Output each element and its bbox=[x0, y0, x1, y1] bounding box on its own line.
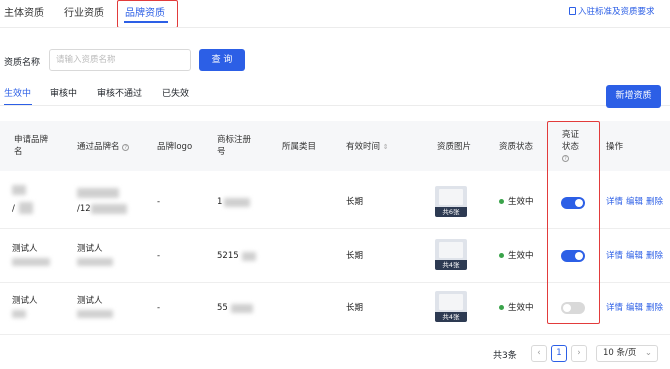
qualification-thumbnail[interactable]: 共4张 bbox=[435, 291, 467, 322]
help-icon: ? bbox=[122, 144, 130, 151]
standards-link[interactable]: 入驻标准及资质要求 bbox=[569, 5, 655, 17]
delete-link[interactable]: 删除 bbox=[646, 303, 663, 313]
row1-status: 生效中 bbox=[499, 196, 534, 208]
chevron-down-icon: ⌄ bbox=[644, 348, 652, 358]
col-ops: 操作 bbox=[606, 142, 624, 152]
row3-pass-brand: 测试人 bbox=[77, 296, 103, 306]
edit-link[interactable]: 编辑 bbox=[626, 251, 643, 261]
redacted-block bbox=[77, 258, 113, 266]
delete-link[interactable]: 删除 bbox=[646, 197, 663, 207]
row1-ops: 详情 编辑 删除 bbox=[606, 196, 666, 208]
page-size-select[interactable]: 10 条/页 ⌄ bbox=[596, 345, 658, 362]
edit-link[interactable]: 编辑 bbox=[626, 197, 643, 207]
redacted-block bbox=[19, 202, 33, 214]
redacted-block bbox=[12, 185, 26, 195]
status-tab-reviewing[interactable]: 审核中 bbox=[50, 86, 77, 99]
detail-link[interactable]: 详情 bbox=[606, 303, 623, 313]
row2-ops: 详情 编辑 删除 bbox=[606, 250, 666, 262]
tab-main-qualification[interactable]: 主体资质 bbox=[4, 4, 44, 19]
row3-ops: 详情 编辑 删除 bbox=[606, 302, 666, 314]
sort-icon[interactable]: ⇕ bbox=[383, 143, 389, 151]
next-page-button[interactable]: › bbox=[571, 345, 587, 362]
row3-brand: 测试人 bbox=[12, 296, 38, 306]
qualification-thumbnail[interactable]: 共4张 bbox=[435, 239, 467, 270]
status-tab-expired[interactable]: 已失效 bbox=[162, 86, 189, 99]
redacted-block bbox=[12, 310, 26, 318]
row3-valid: 长期 bbox=[346, 303, 364, 313]
row3-logo: - bbox=[157, 303, 161, 313]
redacted-block bbox=[77, 310, 113, 318]
edit-link[interactable]: 编辑 bbox=[626, 303, 643, 313]
col-images: 资质图片 bbox=[437, 142, 472, 152]
brand-tab-highlight-box bbox=[117, 0, 178, 28]
row2-logo: - bbox=[157, 251, 161, 261]
delete-link[interactable]: 删除 bbox=[646, 251, 663, 261]
add-qualification-button[interactable]: 新增资质 bbox=[606, 85, 661, 108]
page-1-button[interactable]: 1 bbox=[551, 345, 567, 362]
redacted-block bbox=[224, 198, 250, 207]
row3-trademark: 55 bbox=[217, 303, 228, 313]
detail-link[interactable]: 详情 bbox=[606, 251, 623, 261]
redacted-block bbox=[77, 188, 119, 198]
redacted-block bbox=[12, 258, 50, 266]
chevron-right-icon: › bbox=[577, 348, 581, 358]
row1-trademark: 1 bbox=[217, 197, 223, 207]
status-tab-rejected[interactable]: 审核不通过 bbox=[97, 86, 142, 99]
row2-pass-brand: 测试人 bbox=[77, 244, 103, 254]
document-icon bbox=[569, 7, 576, 15]
highlight-column-box bbox=[547, 121, 600, 324]
qualification-thumbnail[interactable]: 共6张 bbox=[435, 186, 467, 217]
row2-status: 生效中 bbox=[499, 250, 534, 262]
col-brand: 申请品牌名 bbox=[14, 135, 49, 157]
row1-pass-brand: /12 bbox=[77, 204, 91, 214]
col-logo: 品牌logo bbox=[157, 142, 193, 152]
status-tabs-divider bbox=[0, 105, 670, 106]
row1-logo: - bbox=[157, 197, 161, 207]
redacted-block bbox=[231, 304, 253, 313]
chevron-left-icon: ‹ bbox=[537, 348, 541, 358]
col-pass-brand: 通过品牌名 ? bbox=[77, 141, 130, 153]
search-button[interactable]: 查 询 bbox=[199, 49, 245, 71]
tab-industry-qualification[interactable]: 行业资质 bbox=[64, 4, 104, 19]
detail-link[interactable]: 详情 bbox=[606, 197, 623, 207]
row3-status: 生效中 bbox=[499, 302, 534, 314]
col-valid-time[interactable]: 有效时间 ⇕ bbox=[346, 141, 389, 153]
redacted-block bbox=[242, 252, 256, 261]
search-label: 资质名称 bbox=[4, 58, 41, 68]
col-status: 资质状态 bbox=[499, 142, 534, 152]
search-input[interactable]: 请输入资质名称 bbox=[49, 49, 191, 71]
header-divider bbox=[0, 27, 670, 28]
row1-brand: / bbox=[12, 204, 15, 214]
total-count: 共3条 bbox=[493, 351, 517, 361]
row2-trademark: 5215 bbox=[217, 251, 239, 261]
row2-brand: 测试人 bbox=[12, 244, 38, 254]
col-trademark: 商标注册号 bbox=[217, 135, 252, 157]
prev-page-button[interactable]: ‹ bbox=[531, 345, 547, 362]
status-tab-active[interactable]: 生效中 bbox=[4, 86, 31, 99]
row1-valid: 长期 bbox=[346, 197, 364, 207]
row2-valid: 长期 bbox=[346, 251, 364, 261]
col-category: 所属类目 bbox=[282, 142, 317, 152]
redacted-block bbox=[91, 204, 127, 214]
